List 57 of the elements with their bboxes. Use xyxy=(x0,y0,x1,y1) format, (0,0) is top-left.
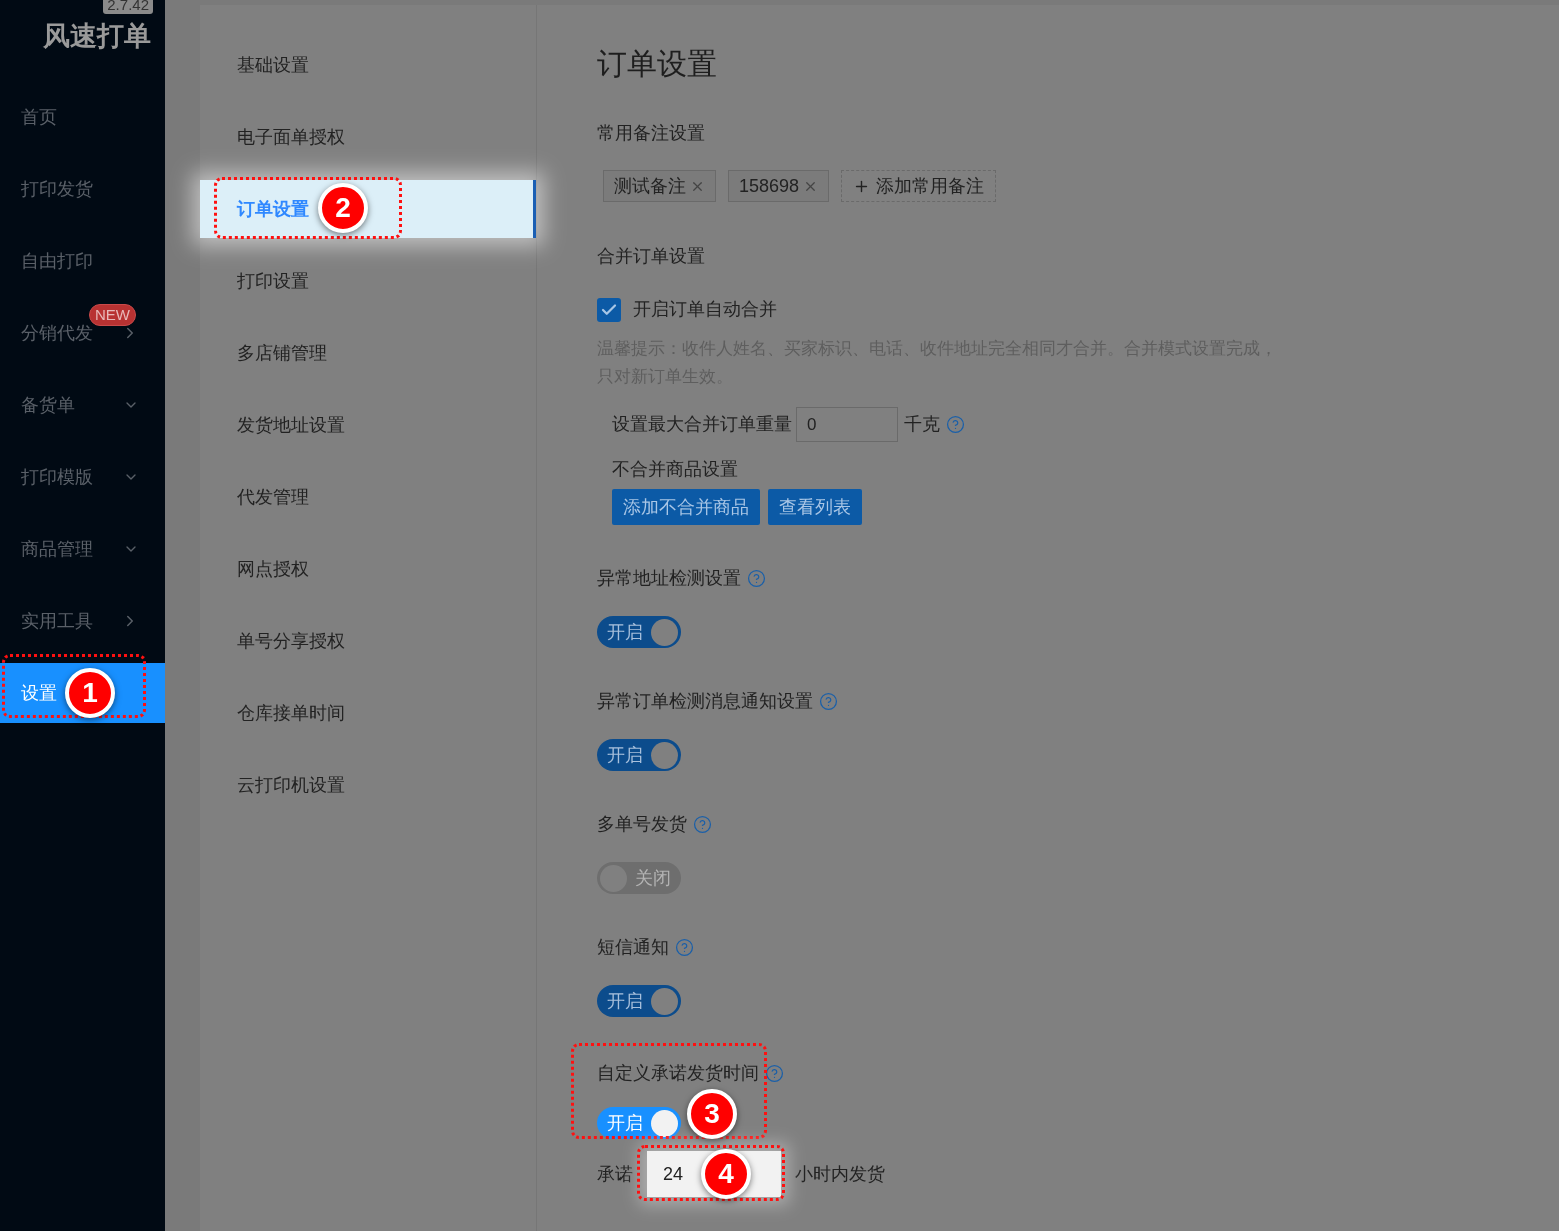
sidebar-label: 备货单 xyxy=(21,394,75,415)
sidebar-label: 设置 xyxy=(21,682,57,703)
weight-label: 设置最大合并订单重量 xyxy=(612,413,792,436)
note-tag: 158698 xyxy=(728,170,830,202)
subsection-label: 不合并商品设置 xyxy=(612,458,739,481)
section-heading: 合并订单设置 xyxy=(597,245,706,268)
weight-input[interactable]: 0 xyxy=(796,407,898,442)
sidebar-label: 打印发货 xyxy=(21,178,93,199)
add-note-button[interactable]: 添加常用备注 xyxy=(841,170,997,202)
sidebar-item[interactable]: 自由打印 xyxy=(0,231,165,291)
settings-menu-item[interactable]: 电子面单授权 xyxy=(200,108,536,166)
new-badge: NEW xyxy=(89,303,136,326)
sidebar-label: 商品管理 xyxy=(21,538,93,559)
app-title: 风速打单 xyxy=(43,20,151,53)
version-label: 2.7.42 xyxy=(103,0,153,14)
section-heading: 短信通知 xyxy=(597,936,669,959)
settings-menu-item[interactable]: 代发管理 xyxy=(200,468,536,526)
settings-menu-item[interactable]: 仓库接单时间 xyxy=(200,684,536,742)
sidebar-label: 打印模版 xyxy=(21,466,93,487)
action-button[interactable]: 查看列表 xyxy=(768,489,862,525)
toggle-switch[interactable]: 开启 xyxy=(597,616,681,648)
sidebar-label: 实用工具 xyxy=(21,610,93,631)
settings-menu-item[interactable]: 单号分享授权 xyxy=(200,612,536,670)
toggle-switch[interactable]: 开启 xyxy=(597,1107,681,1139)
unit-label: 千克 xyxy=(904,413,940,436)
sidebar-item[interactable]: 分销代发 NEW xyxy=(0,303,165,363)
toggle-switch[interactable]: 开启 xyxy=(597,739,681,771)
toggle-switch[interactable]: 开启 xyxy=(597,985,681,1017)
sidebar-item[interactable]: 打印模版 xyxy=(0,447,165,507)
section-heading: 多单号发货 xyxy=(597,813,687,836)
settings-menu-item[interactable]: 发货地址设置 xyxy=(200,396,536,454)
section-heading: 常用备注设置 xyxy=(597,122,706,145)
note-tag: 测试备注 xyxy=(603,170,716,202)
sidebar-item[interactable]: 商品管理 xyxy=(0,519,165,579)
settings-menu-item[interactable]: 多店铺管理 xyxy=(200,324,536,382)
settings-menu-item[interactable]: 云打印机设置 xyxy=(200,756,536,814)
settings-menu-item[interactable]: 订单设置 2 xyxy=(200,180,536,238)
settings-menu-item[interactable]: 基础设置 xyxy=(200,36,536,94)
toggle-switch[interactable]: 关闭 xyxy=(597,862,681,894)
callout-badge: 3 xyxy=(687,1089,737,1139)
sidebar-item[interactable]: 打印发货 xyxy=(0,159,165,219)
section-heading: 异常地址检测设置 xyxy=(597,567,741,590)
settings-menu-item[interactable]: 打印设置 xyxy=(200,252,536,310)
sidebar-label: 自由打印 xyxy=(21,250,93,271)
promise-label: 承诺 xyxy=(597,1162,633,1186)
section-heading: 自定义承诺发货时间 xyxy=(597,1062,759,1085)
settings-menu-item[interactable]: 网点授权 xyxy=(200,540,536,598)
action-button[interactable]: 添加不合并商品 xyxy=(612,489,760,525)
page-title: 订单设置 xyxy=(597,46,718,82)
sidebar-item[interactable]: 首页 xyxy=(0,87,165,147)
sidebar-item[interactable]: 备货单 xyxy=(0,375,165,435)
section-heading: 异常订单检测消息通知设置 xyxy=(597,690,813,713)
callout-badge: 2 xyxy=(318,183,368,233)
sidebar-item[interactable]: 实用工具 xyxy=(0,591,165,651)
checkbox-label: 开启订单自动合并 xyxy=(633,298,777,321)
sidebar-label: 首页 xyxy=(21,106,57,127)
promise-suffix: 小时内发货 xyxy=(795,1162,885,1186)
